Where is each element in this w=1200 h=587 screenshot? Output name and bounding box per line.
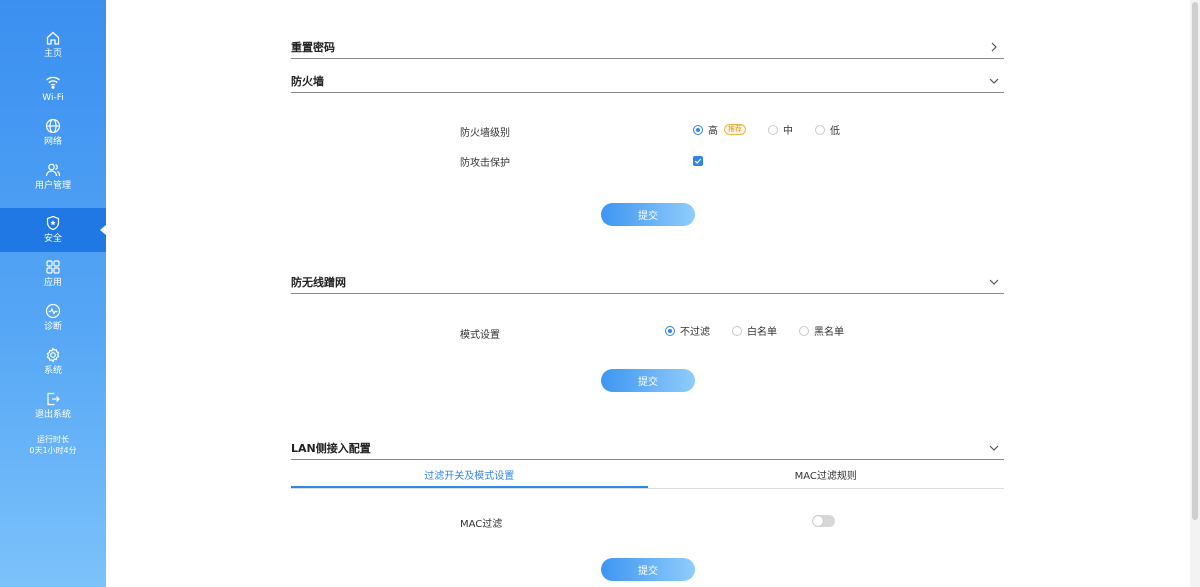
radio-level-high[interactable]: 高 推荐 <box>693 122 746 137</box>
pulse-icon <box>45 303 61 319</box>
firewall-submit-button[interactable]: 提交 <box>601 203 695 226</box>
chevron-down-icon[interactable] <box>988 75 1000 87</box>
sidebar-item-label: 网络 <box>43 137 62 147</box>
scrollbar[interactable] <box>1190 0 1200 587</box>
sidebar-item-home[interactable]: 主页 <box>0 23 106 67</box>
attack-protection-checkbox[interactable] <box>693 156 703 166</box>
radio-level-low[interactable]: 低 <box>815 122 840 137</box>
section-lan-access[interactable]: LAN侧接入配置 <box>291 436 1004 460</box>
tab-filter-mode[interactable]: 过滤开关及模式设置 <box>291 466 648 488</box>
radio-dot[interactable] <box>799 325 809 336</box>
radio-dot[interactable] <box>693 124 703 135</box>
sidebar-item-network[interactable]: 网络 <box>0 111 106 155</box>
mode-setting-label: 模式设置 <box>460 330 500 341</box>
sidebar-item-security[interactable]: 安全 <box>0 208 106 252</box>
sidebar-item-wifi[interactable]: Wi-Fi <box>0 67 106 111</box>
radio-mode-whitelist[interactable]: 白名单 <box>732 323 777 338</box>
shield-icon <box>45 215 61 231</box>
lan-tabs: 过滤开关及模式设置 MAC过滤规则 <box>291 466 1004 489</box>
section-title: LAN侧接入配置 <box>291 441 371 455</box>
globe-icon <box>45 118 61 134</box>
logout-icon <box>45 391 61 407</box>
home-icon <box>45 30 61 46</box>
radio-mode-blacklist[interactable]: 黑名单 <box>799 323 844 338</box>
radio-dot[interactable] <box>815 124 825 135</box>
uptime-value: 0天1小时4分 <box>29 446 77 455</box>
firewall-level-label: 防火墙级别 <box>460 128 510 139</box>
wifi-icon <box>45 74 61 90</box>
sidebar-item-label: 诊断 <box>43 322 62 332</box>
uptime: 运行时长 0天1小时4分 <box>0 434 106 456</box>
attack-protection-label: 防攻击保护 <box>460 158 510 169</box>
section-reset-password[interactable]: 重置密码 <box>291 35 1004 59</box>
radio-label: 黑名单 <box>814 327 844 338</box>
section-firewall[interactable]: 防火墙 <box>291 69 1004 93</box>
grid-icon <box>45 259 61 275</box>
sidebar-item-users[interactable]: 用户管理 <box>0 155 106 199</box>
recommend-badge: 推荐 <box>724 124 746 135</box>
sidebar-item-label: Wi-Fi <box>42 93 64 103</box>
radio-mode-none[interactable]: 不过滤 <box>665 323 710 338</box>
chevron-down-icon[interactable] <box>988 442 1000 454</box>
sidebar-item-label: 系统 <box>43 366 62 376</box>
sidebar-item-label: 用户管理 <box>34 181 71 191</box>
section-title: 防无线蹭网 <box>291 275 346 289</box>
sidebar-item-label: 退出系统 <box>34 410 71 420</box>
gear-icon <box>45 347 61 363</box>
radio-label: 高 <box>708 126 718 137</box>
mac-filter-toggle[interactable] <box>812 515 835 527</box>
sidebar-item-system[interactable]: 系统 <box>0 340 106 384</box>
section-title: 防火墙 <box>291 74 324 88</box>
lan-submit-button[interactable]: 提交 <box>601 558 695 581</box>
section-anti-wifi[interactable]: 防无线蹭网 <box>291 270 1004 294</box>
sidebar-item-logout[interactable]: 退出系统 <box>0 384 106 428</box>
mac-filter-label: MAC过滤 <box>460 519 503 530</box>
radio-level-medium[interactable]: 中 <box>768 122 793 137</box>
sidebar-item-label: 安全 <box>43 234 62 244</box>
radio-dot[interactable] <box>768 124 778 135</box>
radio-label: 低 <box>830 126 840 137</box>
users-icon <box>45 162 61 178</box>
section-title: 重置密码 <box>291 40 335 54</box>
uptime-label: 运行时长 <box>37 435 69 444</box>
sidebar-item-apps[interactable]: 应用 <box>0 252 106 296</box>
sidebar-item-label: 应用 <box>43 278 62 288</box>
anti-wifi-submit-button[interactable]: 提交 <box>601 369 695 392</box>
radio-label: 白名单 <box>747 327 777 338</box>
mode-group: 不过滤 白名单 黑名单 <box>665 323 866 338</box>
sidebar-item-label: 主页 <box>43 49 62 59</box>
check-icon <box>694 158 702 164</box>
radio-dot[interactable] <box>665 325 675 336</box>
firewall-level-group: 高 推荐 中 低 <box>693 122 862 137</box>
sidebar: 主页 Wi-Fi 网络 用户管理 安全 应用 诊断 系统 退出系统 运行时长 0… <box>0 0 106 587</box>
radio-dot[interactable] <box>732 325 742 336</box>
scrollbar-thumb[interactable] <box>1192 2 1198 520</box>
sidebar-item-diagnostics[interactable]: 诊断 <box>0 296 106 340</box>
radio-label: 不过滤 <box>680 327 710 338</box>
tab-mac-rules[interactable]: MAC过滤规则 <box>648 466 1005 488</box>
chevron-down-icon[interactable] <box>988 276 1000 288</box>
chevron-right-icon[interactable] <box>988 41 1000 53</box>
radio-label: 中 <box>783 126 793 137</box>
